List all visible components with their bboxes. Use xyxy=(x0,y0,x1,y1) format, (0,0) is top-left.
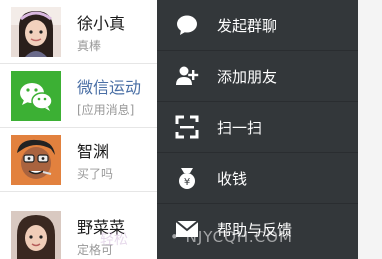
add-friend-icon xyxy=(176,66,199,85)
cartoon-avatar-icon xyxy=(11,135,61,185)
watermark-faint-text: 轻松 xyxy=(100,232,128,248)
menu-item-receive-money[interactable]: ¥ 收钱 xyxy=(157,153,358,204)
avatar xyxy=(11,7,61,57)
avatar xyxy=(11,135,61,185)
menu-item-label: 发起群聊 xyxy=(217,17,278,35)
menu-item-label: 扫一扫 xyxy=(217,119,263,137)
menu-item-start-group-chat[interactable]: 发起群聊 xyxy=(157,0,358,51)
watermark-text: • NJYCQH.COM xyxy=(170,228,293,246)
chat-name: 智渊 xyxy=(77,142,110,161)
background-strip xyxy=(358,0,382,259)
chat-preview: [应用消息] xyxy=(77,103,135,117)
person-photo-icon xyxy=(11,211,61,259)
menu-item-label: 添加朋友 xyxy=(217,68,278,86)
chat-name: 徐小真 xyxy=(77,14,126,33)
menu-item-label: 收钱 xyxy=(217,170,248,188)
receive-money-icon: ¥ xyxy=(179,168,195,189)
scan-icon xyxy=(175,115,199,139)
chat-preview: 真棒 xyxy=(77,39,102,53)
menu-item-add-friend[interactable]: 添加朋友 xyxy=(157,51,358,102)
avatar xyxy=(11,211,61,259)
menu-item-scan[interactable]: 扫一扫 xyxy=(157,102,358,153)
avatar xyxy=(11,71,61,121)
wechat-screen: 徐小真 真棒 微信运动 [应用消息] 智渊 买了吗 野菜菜 定格可 轻松 发起群… xyxy=(0,0,382,259)
add-menu-popup: 发起群聊 添加朋友 扫一扫 ¥ 收钱 帮助与反馈 xyxy=(157,0,358,259)
chat-name: 微信运动 xyxy=(77,78,142,97)
chat-preview: 买了吗 xyxy=(77,167,114,181)
wechat-logo-icon xyxy=(11,71,61,121)
chat-bubble-icon xyxy=(177,15,197,35)
person-photo-icon xyxy=(11,7,61,57)
svg-text:¥: ¥ xyxy=(184,177,190,188)
